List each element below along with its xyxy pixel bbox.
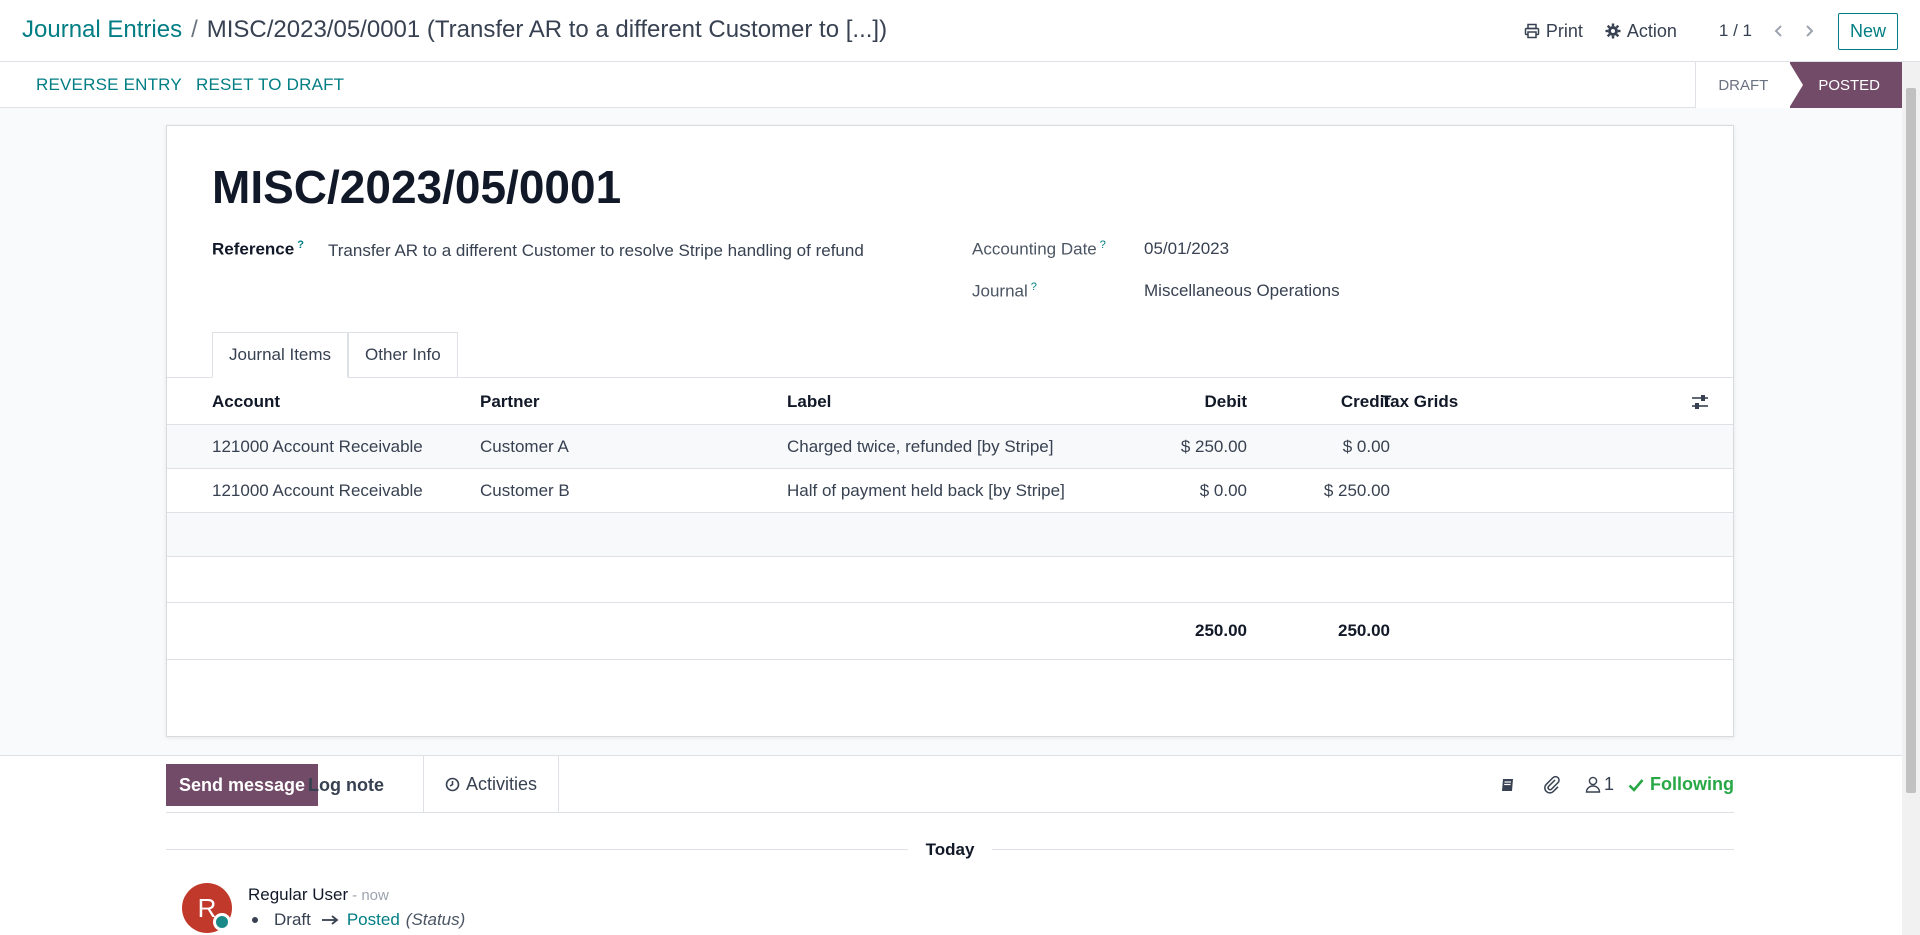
print-label: Print	[1545, 20, 1583, 41]
arrow-right-icon	[321, 915, 339, 925]
message-header: Regular User - now	[248, 885, 389, 905]
empty-row[interactable]	[167, 557, 1733, 602]
statusbar: Reverse Entry Reset to Draft DRAFT POSTE…	[0, 62, 1902, 108]
table-row[interactable]: 121000 Account Receivable Customer B Hal…	[167, 469, 1733, 513]
log-note-button[interactable]: Log note	[308, 764, 384, 806]
gear-icon	[1605, 23, 1621, 39]
stage-draft[interactable]: DRAFT	[1695, 62, 1791, 108]
journal-label: Journal?	[972, 281, 1037, 301]
column-label[interactable]: Label	[787, 392, 831, 412]
optional-columns-icon[interactable]	[1691, 394, 1709, 410]
journal-field[interactable]: Miscellaneous Operations	[1144, 281, 1340, 301]
tracked-field: (Status)	[405, 910, 466, 929]
pager-value[interactable]: 1 / 1	[1719, 21, 1752, 41]
tracking-value: Draft Posted (Status)	[252, 910, 465, 930]
cell-partner: Customer B	[480, 481, 570, 500]
accounting-date-field[interactable]: 05/01/2023	[1144, 239, 1229, 259]
control-panel: Journal Entries / MISC/2023/05/0001 (Trans…	[0, 0, 1920, 62]
cell-credit: $ 0.00	[1342, 437, 1390, 456]
column-debit[interactable]: Debit	[1197, 392, 1248, 412]
top-actions: Print Action 1 / 1 New	[1524, 0, 1920, 62]
accounting-date-label: Accounting Date?	[972, 239, 1106, 259]
followers-button[interactable]: 1	[1585, 774, 1614, 795]
cell-label: Charged twice, refunded [by Stripe]	[787, 437, 1054, 456]
tab-journal-items[interactable]: Journal Items	[212, 332, 349, 378]
cell-debit: $ 250.00	[1180, 437, 1247, 456]
reference-field[interactable]: Transfer AR to a different Customer to r…	[328, 241, 864, 261]
status-stages: DRAFT POSTED	[1695, 62, 1902, 108]
following-label: Following	[1650, 774, 1734, 794]
activities-button[interactable]: Activities	[423, 756, 560, 813]
paperclip-icon[interactable]	[1541, 774, 1563, 796]
reference-label: Reference?	[212, 239, 304, 259]
action-label: Action	[1626, 20, 1677, 41]
column-partner[interactable]: Partner	[480, 392, 540, 412]
new-button[interactable]: New	[1837, 12, 1898, 50]
print-button[interactable]: Print	[1524, 21, 1583, 42]
breadcrumb-current: MISC/2023/05/0001 (Transfer AR to a diff…	[206, 16, 888, 43]
chevron-left-icon[interactable]	[1772, 24, 1786, 38]
send-message-button[interactable]: Send message	[166, 764, 319, 806]
help-icon[interactable]: ?	[297, 239, 304, 251]
cell-partner: Customer A	[480, 437, 569, 456]
empty-row[interactable]	[167, 513, 1733, 557]
bullet	[252, 917, 258, 923]
entry-title: MISC/2023/05/0001	[212, 161, 622, 213]
followers-count: 1	[1604, 774, 1615, 794]
breadcrumb: Journal Entries / MISC/2023/05/0001 (Trans…	[22, 16, 887, 44]
reverse-entry-button[interactable]: Reverse Entry	[36, 75, 182, 95]
chevron-right-icon[interactable]	[1802, 24, 1816, 38]
today-label: Today	[166, 840, 1734, 860]
message-time: - now	[352, 887, 389, 904]
chatter: Send message Log note Activities 1 Follo…	[0, 755, 1902, 935]
totals-row: 250.00 250.00	[167, 602, 1733, 660]
date-separator: Today	[166, 839, 1734, 859]
notebook-tabs: Journal Items Other Info	[212, 332, 458, 378]
book-icon[interactable]	[1497, 774, 1519, 796]
table-row[interactable]: 121000 Account Receivable Customer A Cha…	[167, 425, 1733, 469]
stage-posted[interactable]: POSTED	[1789, 62, 1902, 108]
form-sheet: MISC/2023/05/0001 Reference? Transfer AR…	[166, 125, 1734, 737]
cell-credit: $ 250.00	[1323, 481, 1390, 500]
help-icon[interactable]: ?	[1031, 281, 1037, 293]
presence-indicator	[213, 913, 231, 931]
old-value: Draft	[274, 910, 311, 929]
column-credit[interactable]: Credit	[1317, 392, 1390, 412]
table-header: Account Partner Label Debit Credit Tax G…	[167, 378, 1733, 425]
check-icon	[1628, 778, 1644, 792]
column-account[interactable]: Account	[212, 392, 280, 412]
scrollbar[interactable]	[1902, 62, 1920, 935]
help-icon[interactable]: ?	[1100, 239, 1106, 251]
breadcrumb-separator: /	[191, 16, 198, 43]
action-button[interactable]: Action	[1605, 21, 1677, 42]
chatter-topbar: Send message Log note Activities 1 Follo…	[166, 756, 1734, 813]
total-debit: 250.00	[1195, 621, 1247, 640]
cell-account: 121000 Account Receivable	[212, 437, 423, 456]
tab-other-info[interactable]: Other Info	[348, 332, 458, 378]
activities-label: Activities	[466, 774, 538, 794]
total-credit: 250.00	[1338, 621, 1390, 640]
cell-debit: $ 0.00	[1199, 481, 1247, 500]
print-icon	[1524, 23, 1540, 39]
clock-icon	[445, 777, 460, 792]
cell-account: 121000 Account Receivable	[212, 481, 423, 500]
message-author[interactable]: Regular User	[248, 885, 348, 904]
user-icon	[1585, 776, 1601, 793]
column-tax-grids[interactable]: Tax Grids	[1381, 392, 1458, 412]
cell-label: Half of payment held back [by Stripe]	[787, 481, 1065, 500]
chatter-tools: 1 Following	[1475, 756, 1734, 813]
reset-to-draft-button[interactable]: Reset to Draft	[196, 75, 344, 95]
new-value: Posted	[346, 910, 400, 929]
scrollbar-thumb[interactable]	[1906, 88, 1916, 793]
breadcrumb-journal-entries[interactable]: Journal Entries	[22, 16, 182, 43]
following-button[interactable]: Following	[1628, 774, 1734, 795]
